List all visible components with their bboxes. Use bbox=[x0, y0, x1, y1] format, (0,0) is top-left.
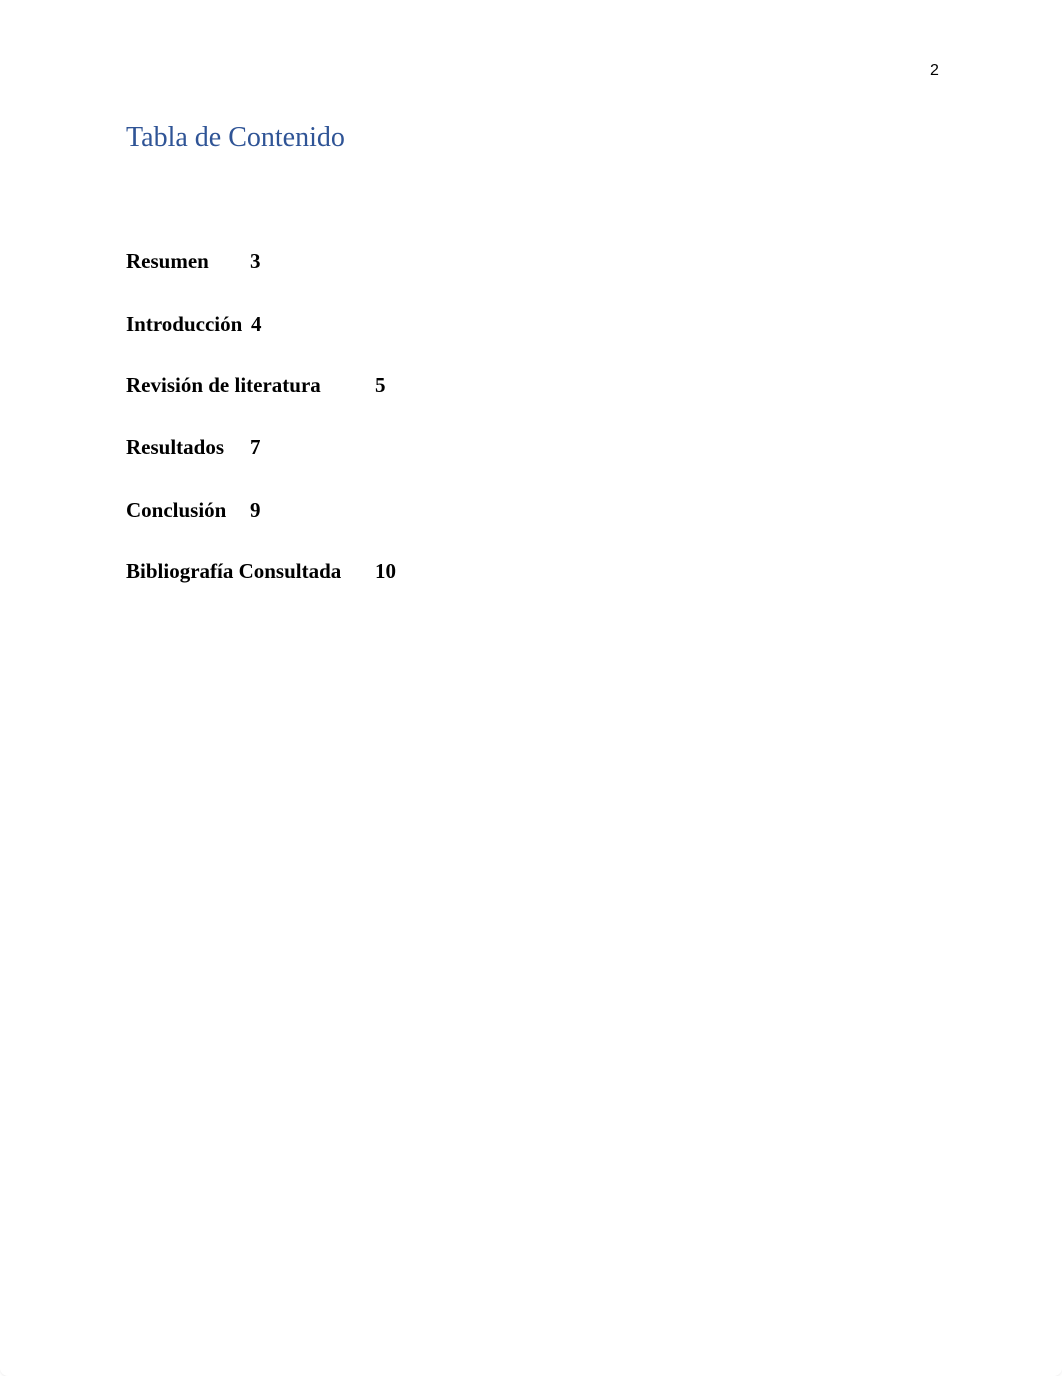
toc-title: Tabla de Contenido bbox=[126, 122, 345, 153]
toc-entry-page: 7 bbox=[250, 435, 261, 459]
toc-entry-label: Resultados bbox=[126, 435, 225, 459]
page-number: 2 bbox=[930, 62, 939, 79]
toc-entry-page: 9 bbox=[250, 498, 261, 522]
toc-entry-label: Revisión de literatura bbox=[126, 373, 321, 397]
toc-entry-label: Bibliografía Consultada bbox=[126, 559, 342, 583]
toc-entry-label: Introducción bbox=[126, 312, 243, 336]
toc-entry-label: Resumen bbox=[126, 249, 209, 273]
toc-entry-page: 4 bbox=[251, 312, 262, 336]
document-page: 2 Tabla de Contenido Resumen 3 Introducc… bbox=[0, 0, 1062, 1376]
toc-entry-page: 5 bbox=[375, 373, 386, 397]
toc-entry-label: Conclusión bbox=[126, 498, 227, 522]
toc-entry-page: 3 bbox=[250, 249, 261, 273]
toc-entry-page: 10 bbox=[375, 559, 396, 583]
